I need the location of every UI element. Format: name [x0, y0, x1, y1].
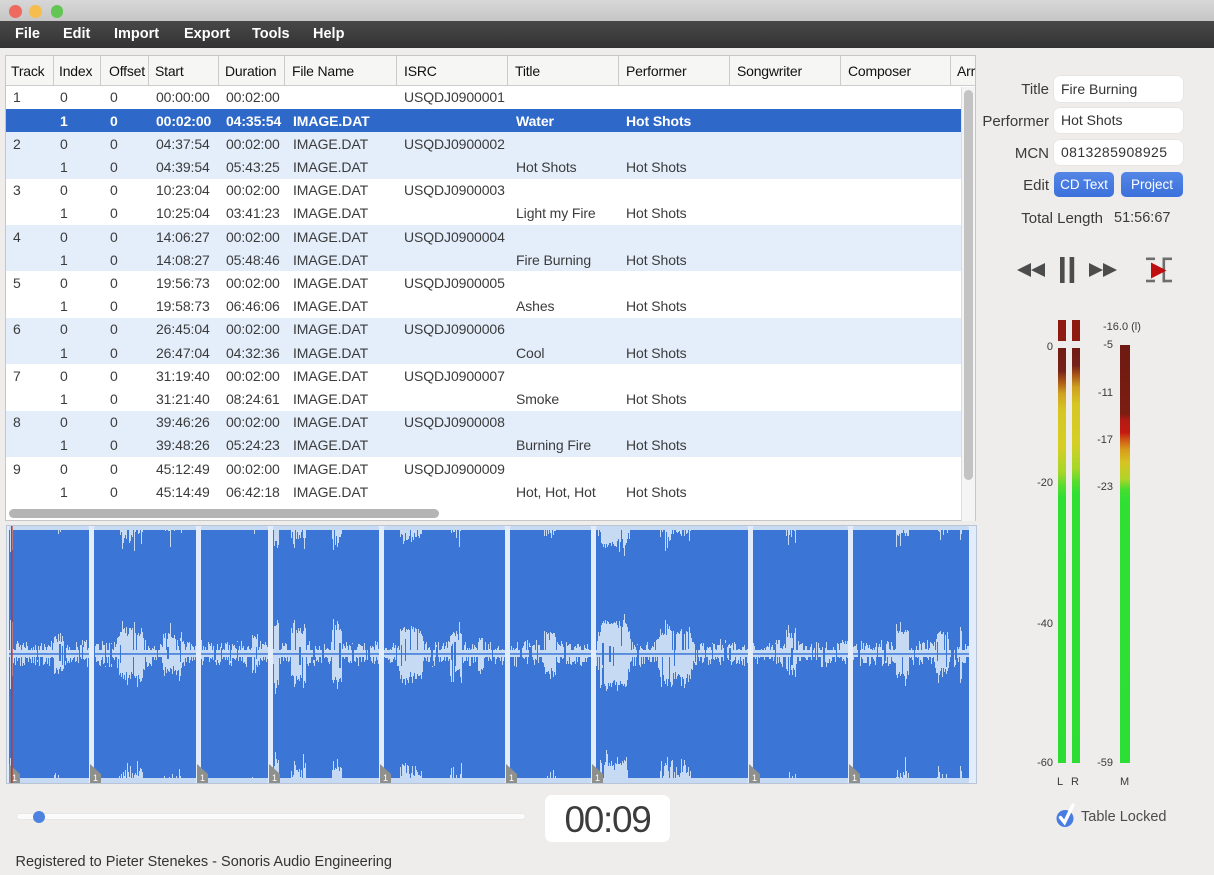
svg-text:1: 1: [272, 773, 277, 783]
svg-text:1: 1: [200, 773, 205, 783]
svg-text:1: 1: [12, 773, 17, 783]
svg-text:1: 1: [509, 773, 514, 783]
svg-text:1: 1: [595, 773, 600, 783]
svg-text:1: 1: [752, 773, 757, 783]
svg-text:1: 1: [383, 773, 388, 783]
svg-text:1: 1: [852, 773, 857, 783]
svg-text:1: 1: [93, 773, 98, 783]
